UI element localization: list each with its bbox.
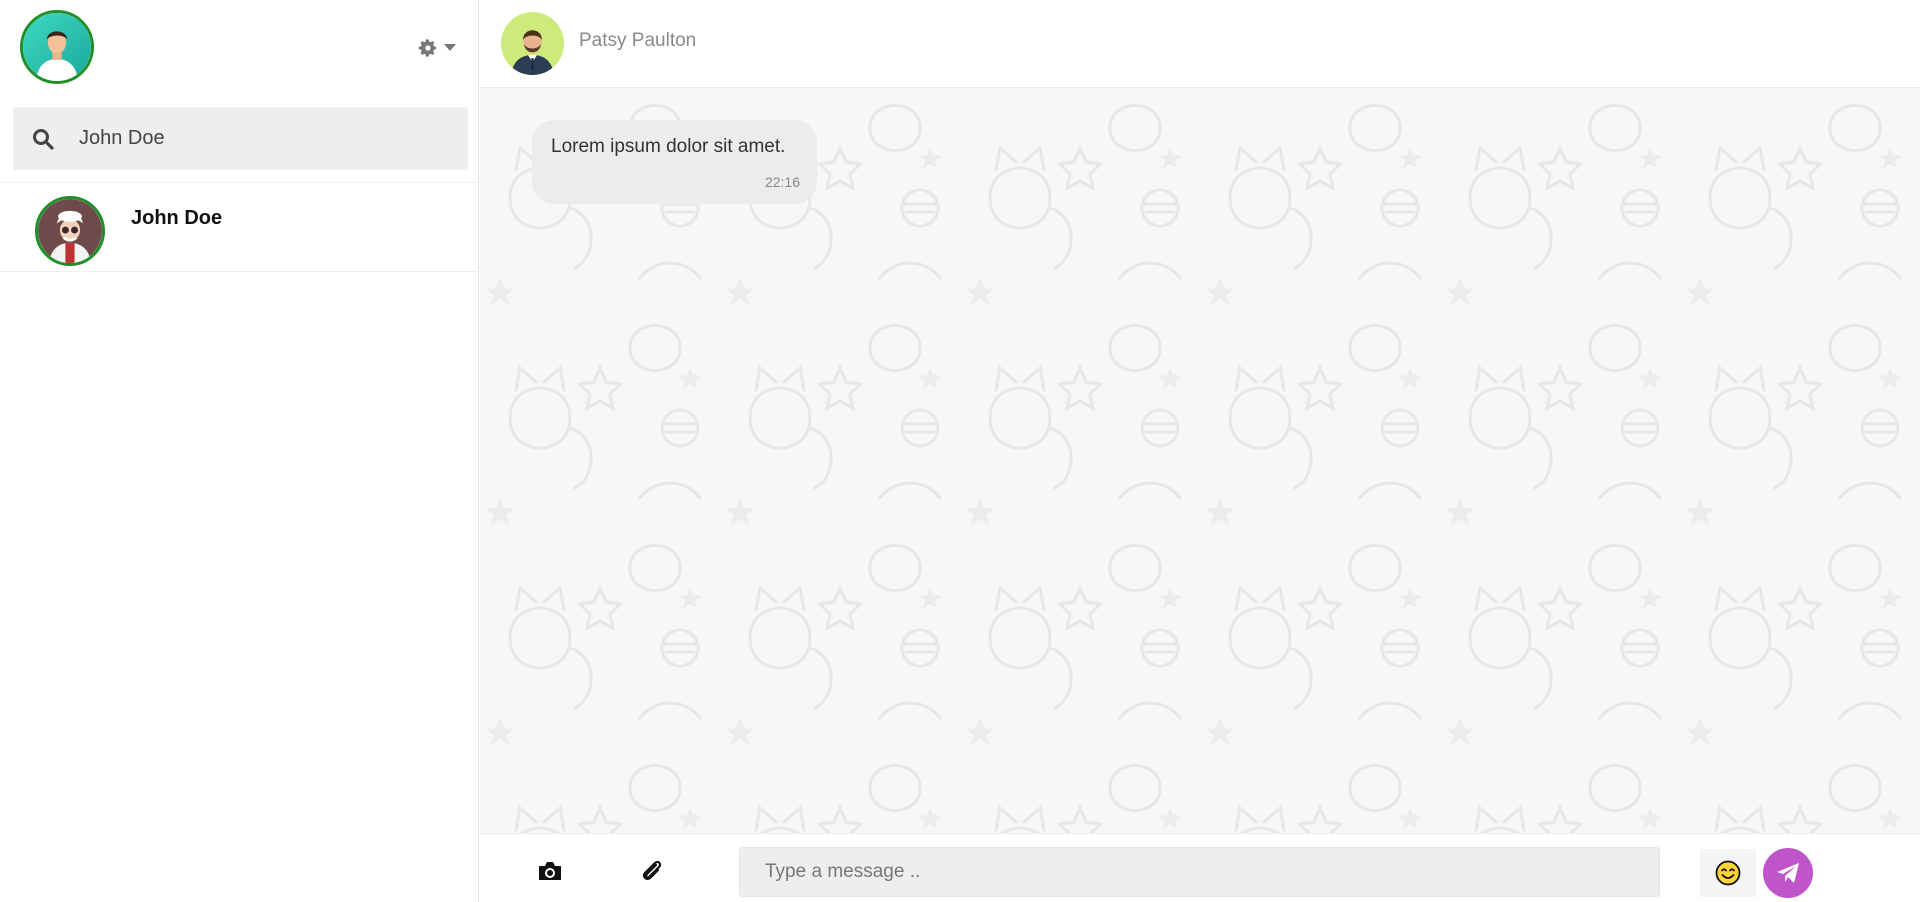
contact-avatar-icon (501, 12, 564, 75)
chat-contact-name: Patsy Paulton (579, 30, 697, 51)
send-button[interactable] (1763, 848, 1813, 898)
search-icon (33, 129, 54, 150)
avatar (35, 196, 105, 266)
contact-name: John Doe (131, 207, 223, 229)
sidebar: John Doe (0, 0, 479, 902)
message-bubble: Lorem ipsum dolor sit amet. 22:16 (532, 120, 817, 204)
search-input[interactable] (79, 107, 449, 170)
my-profile-avatar[interactable] (20, 10, 94, 84)
chat-pane: Patsy Paulton Lorem ipsum dolor sit amet… (480, 0, 1920, 902)
message-area: Lorem ipsum dolor sit amet. 22:16 (480, 88, 1920, 833)
search-box (13, 107, 468, 170)
chat-header: Patsy Paulton (480, 0, 1920, 88)
contact-list: John Doe (0, 182, 479, 272)
emoji-button[interactable] (1700, 849, 1756, 897)
chevron-down-icon (444, 44, 456, 51)
message-input[interactable] (739, 847, 1660, 897)
settings-menu-button[interactable] (418, 36, 462, 60)
camera-icon[interactable] (537, 860, 563, 882)
list-item[interactable]: John Doe (0, 182, 479, 272)
message-text: Lorem ipsum dolor sit amet. (551, 136, 786, 157)
smiley-icon (1715, 860, 1741, 886)
profile-picture-icon (23, 13, 91, 81)
contact-avatar-icon (38, 199, 102, 263)
paperclip-icon[interactable] (639, 858, 665, 884)
paper-plane-icon (1777, 863, 1799, 883)
message-timestamp: 22:16 (764, 174, 800, 190)
gear-icon (418, 39, 436, 57)
message-composer (480, 833, 1920, 902)
avatar[interactable] (501, 12, 564, 75)
